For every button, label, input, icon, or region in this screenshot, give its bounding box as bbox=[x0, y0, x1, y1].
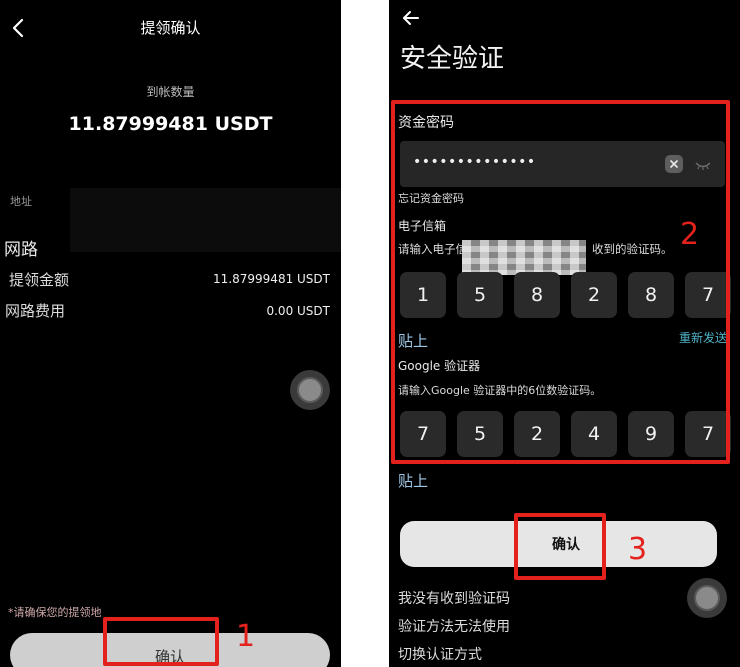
google-paste-button[interactable]: 贴上 bbox=[398, 470, 428, 491]
arrow-left-icon bbox=[403, 11, 419, 25]
network-fee-label: 网路费用 bbox=[5, 302, 66, 320]
assistive-touch-button[interactable] bbox=[290, 370, 330, 410]
annotation-box-2 bbox=[391, 100, 730, 464]
assistive-touch-icon bbox=[694, 585, 720, 611]
method-unavailable-link[interactable]: 验证方法无法使用 bbox=[398, 616, 510, 636]
back-button[interactable] bbox=[402, 10, 420, 30]
assistive-touch-button[interactable] bbox=[687, 578, 727, 618]
annotation-box-1 bbox=[103, 617, 219, 666]
amount-label: 到帐数量 bbox=[146, 85, 195, 99]
address-notice: *请确保您的提领地 bbox=[8, 606, 102, 619]
redacted-address bbox=[70, 188, 341, 252]
code-not-received-link[interactable]: 我没有收到验证码 bbox=[398, 588, 510, 608]
security-verification-screen: 安全验证 资金密码 •••••••••••••• 忘记资金密码 电子信箱 请输入… bbox=[389, 0, 740, 667]
withdraw-confirm-screen: 提领确认 到帐数量 11.87999481 USDT 地址 网路 提领金额 11… bbox=[0, 0, 341, 667]
withdraw-amount-label: 提领金额 bbox=[9, 271, 70, 289]
switch-auth-method-link[interactable]: 切换认证方式 bbox=[398, 644, 482, 664]
network-fee-value: 0.00 USDT bbox=[266, 304, 330, 318]
page-title: 提领确认 bbox=[140, 19, 201, 37]
annotation-step-1: 1 bbox=[236, 619, 256, 654]
amount-value: 11.87999481 USDT bbox=[68, 113, 273, 135]
withdraw-amount-value: 11.87999481 USDT bbox=[213, 272, 330, 286]
annotation-step-2: 2 bbox=[680, 217, 700, 252]
annotation-box-3 bbox=[514, 513, 606, 580]
annotation-step-3: 3 bbox=[628, 532, 648, 567]
page-title: 安全验证 bbox=[400, 44, 505, 74]
assistive-touch-icon bbox=[297, 377, 323, 403]
network-label: 网路 bbox=[4, 240, 38, 260]
address-label: 地址 bbox=[10, 195, 32, 208]
